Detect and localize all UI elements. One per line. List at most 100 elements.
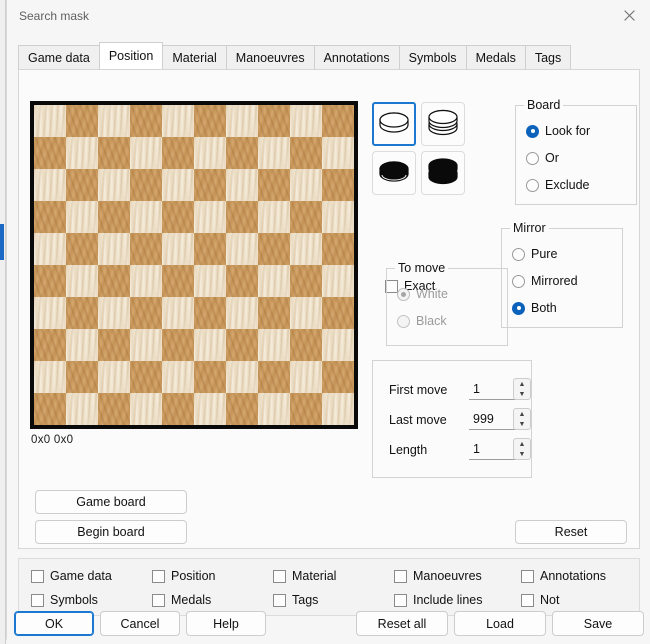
help-button[interactable]: Help bbox=[186, 611, 266, 636]
board-square[interactable] bbox=[194, 105, 226, 137]
white-king-piece-button[interactable] bbox=[421, 102, 465, 146]
board-square[interactable] bbox=[194, 137, 226, 169]
checkbox-manoeuvres[interactable]: Manoeuvres bbox=[394, 569, 482, 583]
board-square[interactable] bbox=[162, 137, 194, 169]
spinner-up-icon[interactable]: ▲ bbox=[514, 409, 530, 419]
checkbox-game-data[interactable]: Game data bbox=[31, 569, 112, 583]
radio-mirror-pure[interactable]: Pure bbox=[512, 247, 557, 261]
board-square[interactable] bbox=[98, 329, 130, 361]
board-grid[interactable] bbox=[34, 105, 354, 425]
board-square[interactable] bbox=[98, 137, 130, 169]
board-square[interactable] bbox=[34, 201, 66, 233]
board-square[interactable] bbox=[258, 201, 290, 233]
board-square[interactable] bbox=[162, 265, 194, 297]
board-square[interactable] bbox=[258, 265, 290, 297]
board-square[interactable] bbox=[322, 233, 354, 265]
board-square[interactable] bbox=[66, 169, 98, 201]
board-square[interactable] bbox=[130, 265, 162, 297]
board-square[interactable] bbox=[162, 361, 194, 393]
board-square[interactable] bbox=[130, 137, 162, 169]
board-square[interactable] bbox=[322, 329, 354, 361]
radio-mirror-mirrored[interactable]: Mirrored bbox=[512, 274, 578, 288]
board-square[interactable] bbox=[66, 265, 98, 297]
board-square[interactable] bbox=[98, 233, 130, 265]
board-square[interactable] bbox=[258, 329, 290, 361]
board-square[interactable] bbox=[258, 233, 290, 265]
radio-board-exclude[interactable]: Exclude bbox=[526, 178, 589, 192]
board-square[interactable] bbox=[226, 137, 258, 169]
board-square[interactable] bbox=[290, 137, 322, 169]
board-square[interactable] bbox=[66, 137, 98, 169]
board-square[interactable] bbox=[34, 233, 66, 265]
checkbox-not[interactable]: Not bbox=[521, 593, 559, 607]
board-square[interactable] bbox=[98, 265, 130, 297]
board-square[interactable] bbox=[162, 297, 194, 329]
first-move-spinner[interactable]: ▲ ▼ bbox=[513, 378, 531, 400]
board-square[interactable] bbox=[66, 361, 98, 393]
board-square[interactable] bbox=[226, 201, 258, 233]
black-king-piece-button[interactable] bbox=[421, 151, 465, 195]
board-square[interactable] bbox=[34, 297, 66, 329]
board-square[interactable] bbox=[162, 233, 194, 265]
board-square[interactable] bbox=[226, 297, 258, 329]
board-square[interactable] bbox=[98, 361, 130, 393]
board-square[interactable] bbox=[194, 361, 226, 393]
board-square[interactable] bbox=[322, 201, 354, 233]
checkbox-include-lines[interactable]: Include lines bbox=[394, 593, 483, 607]
board-square[interactable] bbox=[98, 393, 130, 425]
board-square[interactable] bbox=[322, 105, 354, 137]
length-spinner[interactable]: ▲ ▼ bbox=[513, 438, 531, 460]
board-square[interactable] bbox=[290, 329, 322, 361]
ok-button[interactable]: OK bbox=[14, 611, 94, 636]
board-square[interactable] bbox=[194, 169, 226, 201]
board-square[interactable] bbox=[162, 201, 194, 233]
board-square[interactable] bbox=[130, 201, 162, 233]
board-square[interactable] bbox=[130, 361, 162, 393]
board-square[interactable] bbox=[162, 393, 194, 425]
board-square[interactable] bbox=[322, 361, 354, 393]
board-square[interactable] bbox=[98, 201, 130, 233]
tab-tags[interactable]: Tags bbox=[524, 45, 572, 69]
board-square[interactable] bbox=[290, 201, 322, 233]
checkbox-material[interactable]: Material bbox=[273, 569, 336, 583]
tab-symbols[interactable]: Symbols bbox=[398, 45, 467, 69]
spinner-down-icon[interactable]: ▼ bbox=[514, 419, 530, 429]
board-square[interactable] bbox=[194, 393, 226, 425]
board-square[interactable] bbox=[258, 105, 290, 137]
board-square[interactable] bbox=[130, 233, 162, 265]
board-square[interactable] bbox=[162, 105, 194, 137]
board-square[interactable] bbox=[226, 361, 258, 393]
board-square[interactable] bbox=[66, 329, 98, 361]
tab-annotations[interactable]: Annotations bbox=[313, 45, 400, 69]
board-square[interactable] bbox=[290, 169, 322, 201]
board-square[interactable] bbox=[130, 169, 162, 201]
white-man-piece-button[interactable] bbox=[372, 102, 416, 146]
board-square[interactable] bbox=[66, 201, 98, 233]
board-square[interactable] bbox=[194, 201, 226, 233]
tab-material[interactable]: Material bbox=[162, 45, 227, 69]
checkbox-tags[interactable]: Tags bbox=[273, 593, 318, 607]
save-button[interactable]: Save bbox=[552, 611, 644, 636]
board-square[interactable] bbox=[258, 361, 290, 393]
tab-game-data[interactable]: Game data bbox=[18, 45, 100, 69]
cancel-button[interactable]: Cancel bbox=[100, 611, 180, 636]
board-square[interactable] bbox=[34, 105, 66, 137]
spinner-down-icon[interactable]: ▼ bbox=[514, 449, 530, 459]
begin-board-button[interactable]: Begin board bbox=[35, 520, 187, 544]
board-square[interactable] bbox=[130, 105, 162, 137]
spinner-down-icon[interactable]: ▼ bbox=[514, 389, 530, 399]
board-square[interactable] bbox=[322, 169, 354, 201]
checkbox-annotations[interactable]: Annotations bbox=[521, 569, 606, 583]
board-square[interactable] bbox=[226, 265, 258, 297]
reset-button[interactable]: Reset bbox=[515, 520, 627, 544]
board-square[interactable] bbox=[290, 393, 322, 425]
board-square[interactable] bbox=[162, 169, 194, 201]
tab-manoeuvres[interactable]: Manoeuvres bbox=[225, 45, 315, 69]
board-square[interactable] bbox=[290, 361, 322, 393]
tab-medals[interactable]: Medals bbox=[465, 45, 526, 69]
board-square[interactable] bbox=[322, 265, 354, 297]
checkbox-position[interactable]: Position bbox=[152, 569, 215, 583]
board-square[interactable] bbox=[290, 233, 322, 265]
board-square[interactable] bbox=[194, 233, 226, 265]
board-square[interactable] bbox=[290, 105, 322, 137]
